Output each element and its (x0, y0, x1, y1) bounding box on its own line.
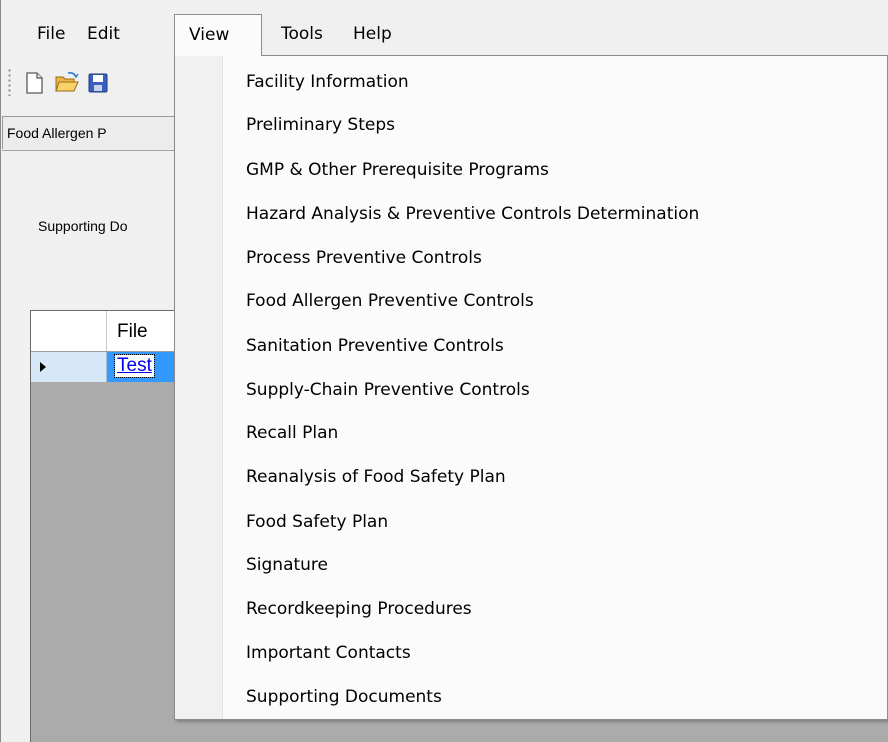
save-icon[interactable] (86, 71, 110, 95)
view-menu-dropdown: Facility Information Preliminary Steps G… (174, 55, 888, 720)
menu-edit[interactable]: Edit (77, 14, 130, 54)
new-document-icon[interactable] (22, 71, 46, 95)
menu-item-sanitation-preventive-controls[interactable]: Sanitation Preventive Controls (246, 331, 504, 361)
menu-item-facility-information[interactable]: Facility Information (246, 67, 409, 97)
menu-icon-gutter (175, 56, 223, 719)
menu-item-signature[interactable]: Signature (246, 550, 328, 580)
supporting-documents-label: Supporting Do (38, 218, 128, 234)
column-header-file[interactable]: File (117, 311, 148, 351)
menu-item-food-allergen-preventive-controls[interactable]: Food Allergen Preventive Controls (246, 286, 534, 316)
toolbar-grip[interactable] (8, 68, 11, 96)
menu-item-recordkeeping-procedures[interactable]: Recordkeeping Procedures (246, 594, 472, 624)
menu-item-reanalysis-food-safety-plan[interactable]: Reanalysis of Food Safety Plan (246, 462, 506, 492)
open-folder-icon[interactable] (54, 71, 79, 95)
menu-tools[interactable]: Tools (271, 14, 333, 54)
menu-item-recall-plan[interactable]: Recall Plan (246, 418, 338, 448)
tab-food-allergen[interactable]: Food Allergen P (2, 116, 202, 149)
current-row-arrow-icon (40, 362, 46, 372)
app-window: File Edit View Tools Help Food Allergen … (0, 0, 888, 742)
file-link[interactable]: Test (114, 354, 155, 378)
menu-bar: File Edit View Tools Help (2, 14, 888, 56)
menu-item-preliminary-steps[interactable]: Preliminary Steps (246, 110, 395, 140)
menu-item-important-contacts[interactable]: Important Contacts (246, 638, 411, 668)
menu-item-process-preventive-controls[interactable]: Process Preventive Controls (246, 243, 482, 273)
row-header[interactable] (31, 352, 107, 382)
menu-item-supply-chain-preventive-controls[interactable]: Supply-Chain Preventive Controls (246, 375, 530, 405)
menu-file[interactable]: File (27, 14, 75, 54)
menu-item-hazard-analysis[interactable]: Hazard Analysis & Preventive Controls De… (246, 199, 699, 229)
grid-corner[interactable] (31, 311, 107, 351)
menu-item-gmp-prerequisite-programs[interactable]: GMP & Other Prerequisite Programs (246, 155, 549, 185)
menu-item-supporting-documents[interactable]: Supporting Documents (246, 682, 442, 712)
menu-item-food-safety-plan[interactable]: Food Safety Plan (246, 507, 388, 537)
menu-help[interactable]: Help (343, 14, 402, 54)
menu-view[interactable]: View (174, 14, 262, 56)
